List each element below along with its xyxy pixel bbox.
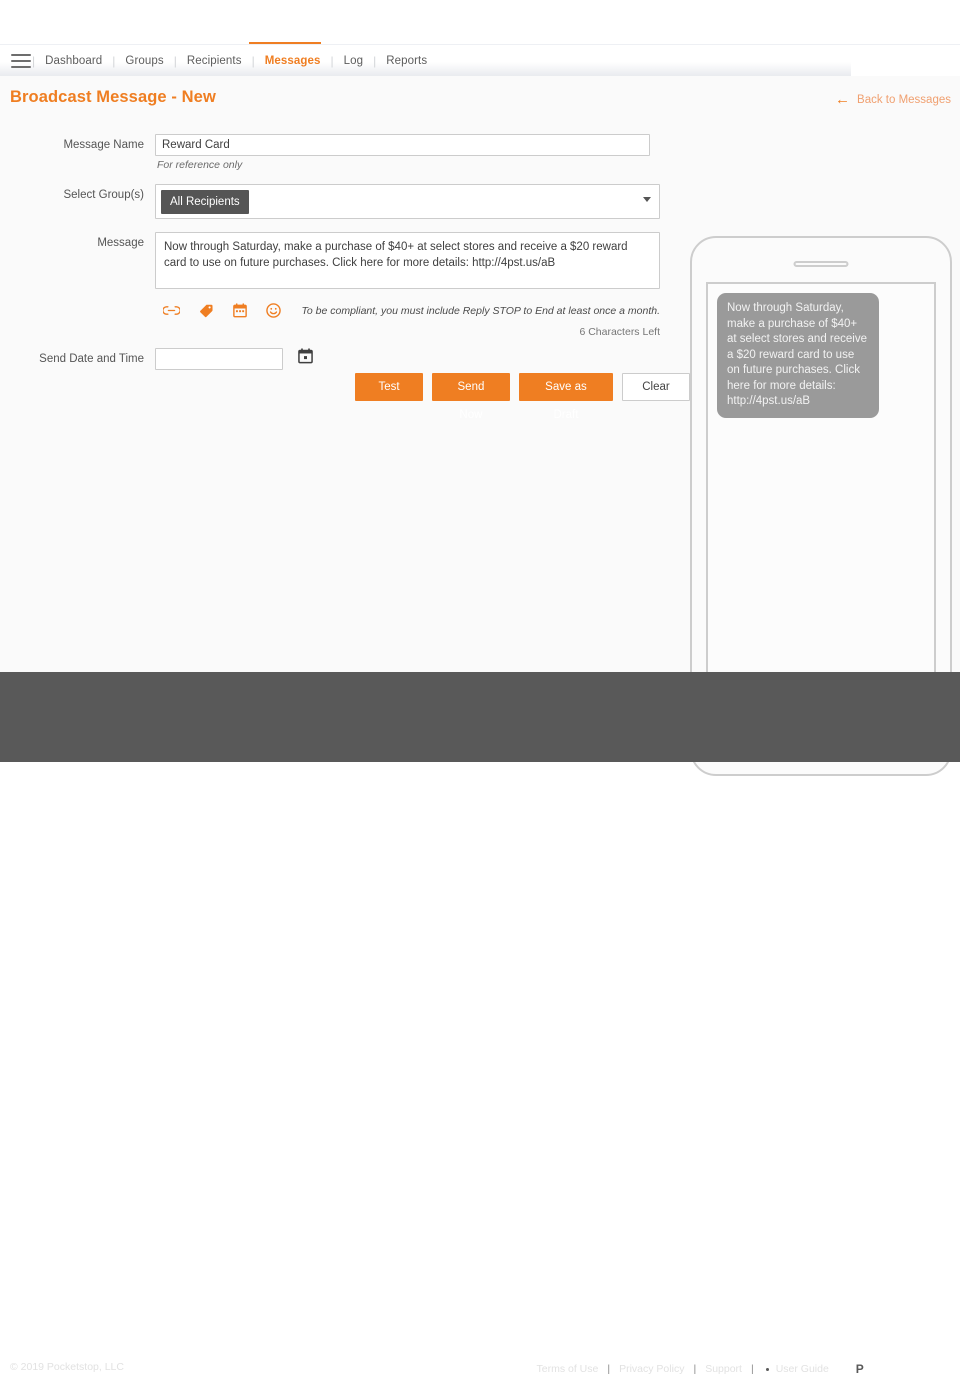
- logo-text-light: POCKET: [875, 1364, 920, 1375]
- logo-mark-icon: P: [851, 1360, 869, 1378]
- nav-item-log[interactable]: Log: [335, 55, 373, 67]
- pocketstop-logo[interactable]: P POCKETSTOP: [851, 1360, 950, 1378]
- message-toolbar: To be compliant, you must include Reply …: [155, 303, 660, 318]
- footer-copyright: © 2019 Pocketstop, LLC: [10, 1361, 124, 1373]
- arrow-left-icon: ←: [835, 92, 850, 107]
- footer-links: Terms of Use | Privacy Policy | Support …: [528, 1360, 951, 1378]
- label-message: Message: [0, 232, 155, 249]
- top-strip: [0, 0, 960, 45]
- message-tool-icons: [163, 303, 281, 318]
- send-now-button[interactable]: Send Now: [432, 373, 510, 401]
- nav-item-dashboard[interactable]: Dashboard: [36, 55, 111, 67]
- footer-link-privacy-policy[interactable]: Privacy Policy: [610, 1363, 693, 1375]
- logo-text-bold: STOP: [920, 1364, 950, 1375]
- nav-item-messages[interactable]: Messages: [256, 55, 330, 67]
- logo-wordmark: POCKETSTOP: [875, 1364, 950, 1375]
- compliance-note: To be compliant, you must include Reply …: [281, 305, 660, 317]
- hamburger-menu-icon[interactable]: [11, 54, 31, 68]
- message-name-hint: For reference only: [157, 159, 690, 171]
- phone-screen: Now through Saturday, make a purchase of…: [706, 282, 936, 737]
- footer-link-support[interactable]: Support: [696, 1363, 751, 1375]
- smiley-icon[interactable]: [266, 303, 281, 318]
- nav-item-recipients[interactable]: Recipients: [178, 55, 251, 67]
- broadcast-message-form: Message Name For reference only Select G…: [0, 118, 690, 370]
- calendar-icon[interactable]: [233, 303, 247, 318]
- message-textarea[interactable]: [155, 232, 660, 289]
- form-action-buttons: Test Send Now Save as Draft Clear: [355, 373, 690, 401]
- send-datetime-input[interactable]: [155, 348, 283, 370]
- save-as-draft-button[interactable]: Save as Draft: [519, 373, 613, 401]
- nav-item-groups[interactable]: Groups: [116, 55, 172, 67]
- field-row-message-name: Message Name For reference only: [0, 134, 690, 171]
- nav-separator: |: [330, 54, 333, 68]
- calendar-picker-icon[interactable]: [298, 348, 313, 369]
- user-guide-label: User Guide: [776, 1363, 829, 1375]
- clear-button[interactable]: Clear: [622, 373, 690, 401]
- field-row-message: Message: [0, 232, 690, 338]
- nav-separator: |: [112, 54, 115, 68]
- footer-link-terms-of-use[interactable]: Terms of Use: [528, 1363, 608, 1375]
- page-title: Broadcast Message - New: [10, 88, 216, 107]
- chevron-down-icon[interactable]: [643, 197, 651, 202]
- nav-separator: |: [373, 54, 376, 68]
- footer-link-user-guide[interactable]: User Guide: [754, 1363, 838, 1375]
- field-row-send-datetime: Send Date and Time: [0, 348, 690, 370]
- tag-icon[interactable]: [199, 303, 214, 318]
- nav-separator: |: [252, 54, 255, 68]
- main-content: Message Name For reference only Select G…: [0, 118, 960, 672]
- group-chip-all-recipients[interactable]: All Recipients: [161, 190, 249, 214]
- nav-separator: |: [32, 54, 35, 68]
- field-row-select-groups: Select Group(s) All Recipients: [0, 184, 690, 219]
- characters-left-counter: 6 Characters Left: [155, 326, 660, 338]
- page-footer: © 2019 Pocketstop, LLC Terms of Use | Pr…: [0, 672, 960, 762]
- link-icon[interactable]: [163, 304, 180, 317]
- select-groups-dropdown[interactable]: All Recipients: [155, 184, 660, 219]
- test-button[interactable]: Test: [355, 373, 423, 401]
- message-name-input[interactable]: [155, 134, 650, 156]
- info-dot-icon: [763, 1365, 772, 1374]
- navbar-content: | Dashboard | Groups | Recipients | Mess…: [0, 45, 960, 76]
- phone-speaker: [794, 261, 849, 267]
- label-select-groups: Select Group(s): [0, 184, 155, 201]
- label-send-datetime: Send Date and Time: [0, 348, 155, 365]
- nav-item-reports[interactable]: Reports: [377, 55, 436, 67]
- nav-separator: |: [174, 54, 177, 68]
- back-link-label: Back to Messages: [857, 94, 951, 106]
- label-message-name: Message Name: [0, 134, 155, 151]
- back-to-messages-link[interactable]: ← Back to Messages: [835, 92, 951, 107]
- message-preview-bubble: Now through Saturday, make a purchase of…: [717, 293, 879, 418]
